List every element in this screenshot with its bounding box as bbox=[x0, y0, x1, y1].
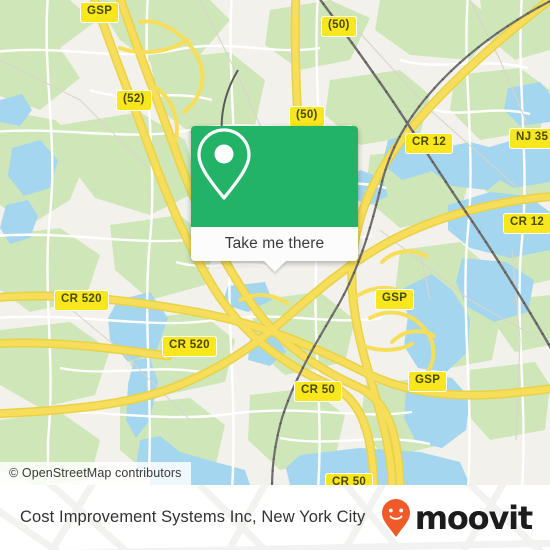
moovit-wordmark: moovit bbox=[414, 498, 533, 537]
popup-tail bbox=[263, 261, 286, 272]
road-shield-cr12-2[interactable]: CR 12 bbox=[503, 213, 550, 234]
take-me-there-label: Take me there bbox=[224, 235, 325, 252]
map-canvas[interactable]: GSP (52) (50) (50) CR 12 NJ 35 CR 12 CR … bbox=[0, 0, 550, 485]
screenshot-root: GSP (52) (50) (50) CR 12 NJ 35 CR 12 CR … bbox=[0, 0, 550, 550]
map-attribution[interactable]: © OpenStreetMap contributors bbox=[0, 462, 191, 485]
road-shield-gsp-2[interactable]: GSP bbox=[375, 289, 415, 310]
popup-pin-area bbox=[191, 126, 358, 227]
map-pin-icon bbox=[197, 128, 251, 200]
road-shield-nj35[interactable]: NJ 35 bbox=[509, 128, 550, 149]
road-shield-52[interactable]: (52) bbox=[116, 90, 152, 111]
road-shield-cr520-2[interactable]: CR 520 bbox=[162, 336, 217, 357]
road-shield-gsp-1[interactable]: GSP bbox=[80, 2, 120, 23]
road-shield-cr520-1[interactable]: CR 520 bbox=[54, 290, 109, 311]
footer-bar: Cost Improvement Systems Inc, New York C… bbox=[0, 485, 550, 550]
road-shield-50-2[interactable]: (50) bbox=[289, 106, 325, 127]
road-shield-gsp-3[interactable]: GSP bbox=[408, 371, 448, 392]
moovit-pin-icon bbox=[381, 498, 410, 537]
road-shield-cr50-2[interactable]: CR 50 bbox=[325, 473, 374, 485]
moovit-logo[interactable]: moovit bbox=[381, 485, 533, 550]
place-title: Cost Improvement Systems Inc, New York C… bbox=[20, 508, 366, 526]
road-shield-50-1[interactable]: (50) bbox=[321, 16, 357, 37]
road-shield-cr50-1[interactable]: CR 50 bbox=[294, 381, 343, 402]
popup-action-area[interactable]: Take me there bbox=[191, 227, 358, 272]
location-popup-card[interactable]: Take me there bbox=[191, 126, 358, 272]
road-shield-cr12-1[interactable]: CR 12 bbox=[405, 133, 454, 154]
